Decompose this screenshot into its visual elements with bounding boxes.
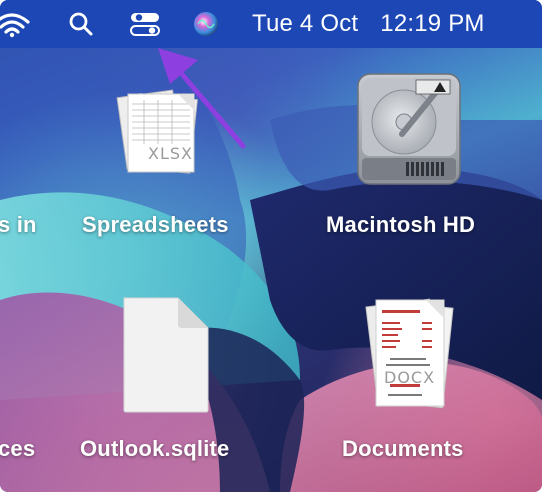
outlook-sqlite-label[interactable]: Outlook.sqlite	[80, 436, 229, 462]
desktop-item-partial-label-2[interactable]: ces	[0, 436, 35, 462]
menu-bar: Tue 4 Oct 12:19 PM	[0, 0, 542, 48]
spreadsheets-label[interactable]: Spreadsheets	[82, 212, 229, 238]
docx-badge: DOCX	[384, 368, 436, 387]
xlsx-badge: XLSX	[148, 144, 193, 163]
spreadsheets-folder-icon[interactable]: XLSX	[106, 80, 216, 180]
blank-document-icon[interactable]	[118, 292, 214, 416]
search-icon[interactable]	[62, 0, 100, 48]
menubar-clock[interactable]: Tue 4 Oct 12:19 PM	[252, 8, 542, 40]
menubar-date: Tue 4 Oct	[252, 10, 359, 37]
macintosh-hd-label[interactable]: Macintosh HD	[326, 212, 475, 238]
documents-label[interactable]: Documents	[342, 436, 464, 462]
hard-drive-icon[interactable]	[354, 72, 464, 188]
wifi-icon[interactable]	[0, 0, 34, 48]
menubar-time: 12:19 PM	[380, 10, 485, 37]
desktop-item-partial-label[interactable]: s in	[0, 212, 37, 238]
docx-document-stack-icon[interactable]: DOCX	[360, 290, 460, 418]
screenshot: Tue 4 Oct 12:19 PM s in XLSX Spreadsheet…	[0, 0, 542, 492]
